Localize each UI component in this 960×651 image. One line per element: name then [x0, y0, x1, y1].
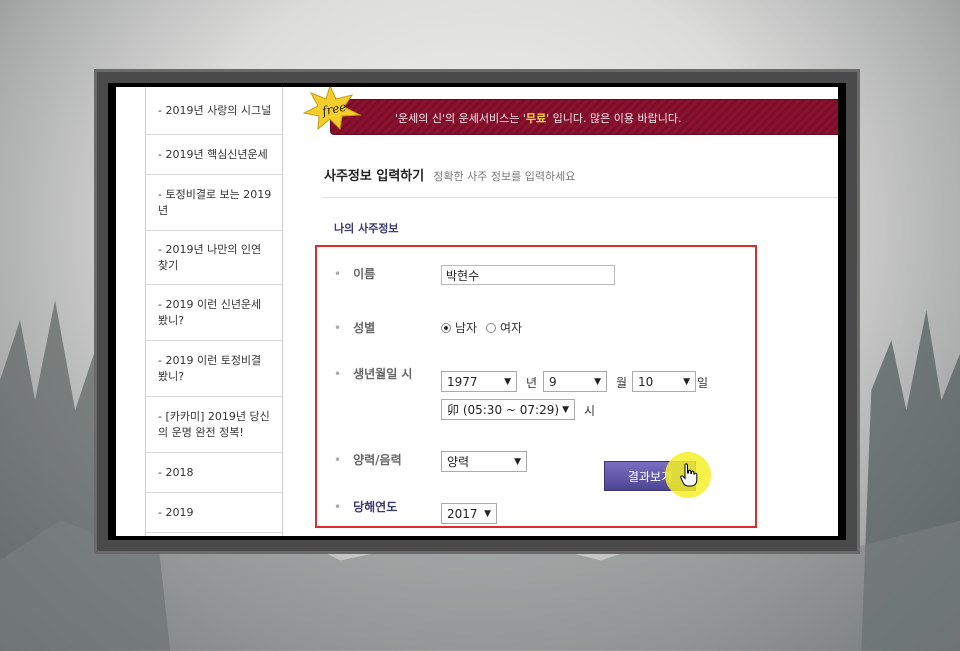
web-page: - 2019년 사랑의 시그널 - 2019년 핵심신년운세 - 토정비결로 보… — [116, 87, 838, 536]
birth-day-select[interactable]: 10 ▼ — [632, 371, 696, 392]
birth-year-select[interactable]: 1977 ▼ — [441, 371, 517, 392]
sidebar-item[interactable]: - 2019년 나만의 인연 찾기 — [146, 231, 282, 285]
day-unit: 일 — [697, 376, 709, 390]
dropdown-arrow-icon: ▼ — [683, 376, 690, 387]
free-service-banner: '운세의 신'의 운세서비스는 '무료' 입니다. 많은 이용 바랍니다. — [330, 99, 838, 135]
radio-checked-icon — [441, 322, 451, 333]
section-header: 사주정보 입력하기 정확한 사주 정보를 입력하세요 — [324, 165, 575, 184]
main-content: '운세의 신'의 운세서비스는 '무료' 입니다. 많은 이용 바랍니다. fr… — [300, 87, 838, 536]
birth-hour-select[interactable]: 卯 (05:30 ~ 07:29) ▼ — [441, 399, 575, 420]
banner-text: '운세의 신'의 운세서비스는 '무료' 입니다. 많은 이용 바랍니다. — [395, 112, 682, 125]
name-input[interactable]: 박현수 — [441, 265, 615, 285]
birth-month-select[interactable]: 9 ▼ — [543, 371, 607, 392]
dropdown-arrow-icon: ▼ — [504, 376, 511, 387]
sidebar-item[interactable]: - 2018 — [146, 453, 282, 493]
page-subtitle: 정확한 사주 정보를 입력하세요 — [433, 170, 576, 183]
sidebar-item[interactable]: - 2019 이런 토정비결 봤니? — [146, 341, 282, 397]
sidebar-menu: - 2019년 사랑의 시그널 - 2019년 핵심신년운세 - 토정비결로 보… — [145, 87, 283, 536]
gender-female-radio[interactable]: 여자 — [486, 319, 522, 336]
hand-cursor-icon — [680, 463, 698, 487]
dropdown-arrow-icon: ▼ — [514, 456, 521, 467]
radio-unchecked-icon — [486, 322, 496, 333]
page-title: 사주정보 입력하기 — [324, 169, 425, 184]
year-unit: 년 — [526, 376, 538, 390]
sidebar-item[interactable]: - 2019 이런 신년운세 봤니? — [146, 285, 282, 341]
sidebar-item[interactable]: - 토정비결로 보는 2019년 — [146, 175, 282, 231]
month-unit: 월 — [616, 376, 628, 390]
divider — [322, 197, 838, 198]
sidebar-item[interactable]: - 2019년 사랑의 시그널 — [146, 87, 282, 135]
dropdown-arrow-icon: ▼ — [594, 376, 601, 387]
sidebar-item[interactable]: - [카카미] 2019년 당신의 운명 완전 정복! — [146, 397, 282, 453]
monitor-bezel: - 2019년 사랑의 시그널 - 2019년 핵심신년운세 - 토정비결로 보… — [108, 83, 846, 540]
target-year-label: • 당해연도 — [334, 500, 398, 514]
dropdown-arrow-icon: ▼ — [562, 404, 569, 415]
form-section-title: 나의 사주정보 — [334, 222, 399, 235]
birth-label: • 생년월일 시 — [334, 367, 413, 381]
target-year-select[interactable]: 2017 ▼ — [441, 503, 497, 524]
sidebar-item[interactable]: - 2019년 핵심신년운세 — [146, 135, 282, 175]
dropdown-arrow-icon: ▼ — [484, 508, 491, 519]
name-label: • 이름 — [334, 267, 376, 281]
calendar-label: • 양력/음력 — [334, 453, 402, 467]
calendar-type-select[interactable]: 양력 ▼ — [441, 451, 527, 472]
gender-label: • 성별 — [334, 321, 376, 335]
hour-unit: 시 — [584, 404, 596, 418]
sidebar-item[interactable]: - 2019 — [146, 493, 282, 533]
monitor-frame: - 2019년 사랑의 시그널 - 2019년 핵심신년운세 - 토정비결로 보… — [94, 69, 860, 554]
gender-male-radio[interactable]: 남자 — [441, 319, 477, 336]
